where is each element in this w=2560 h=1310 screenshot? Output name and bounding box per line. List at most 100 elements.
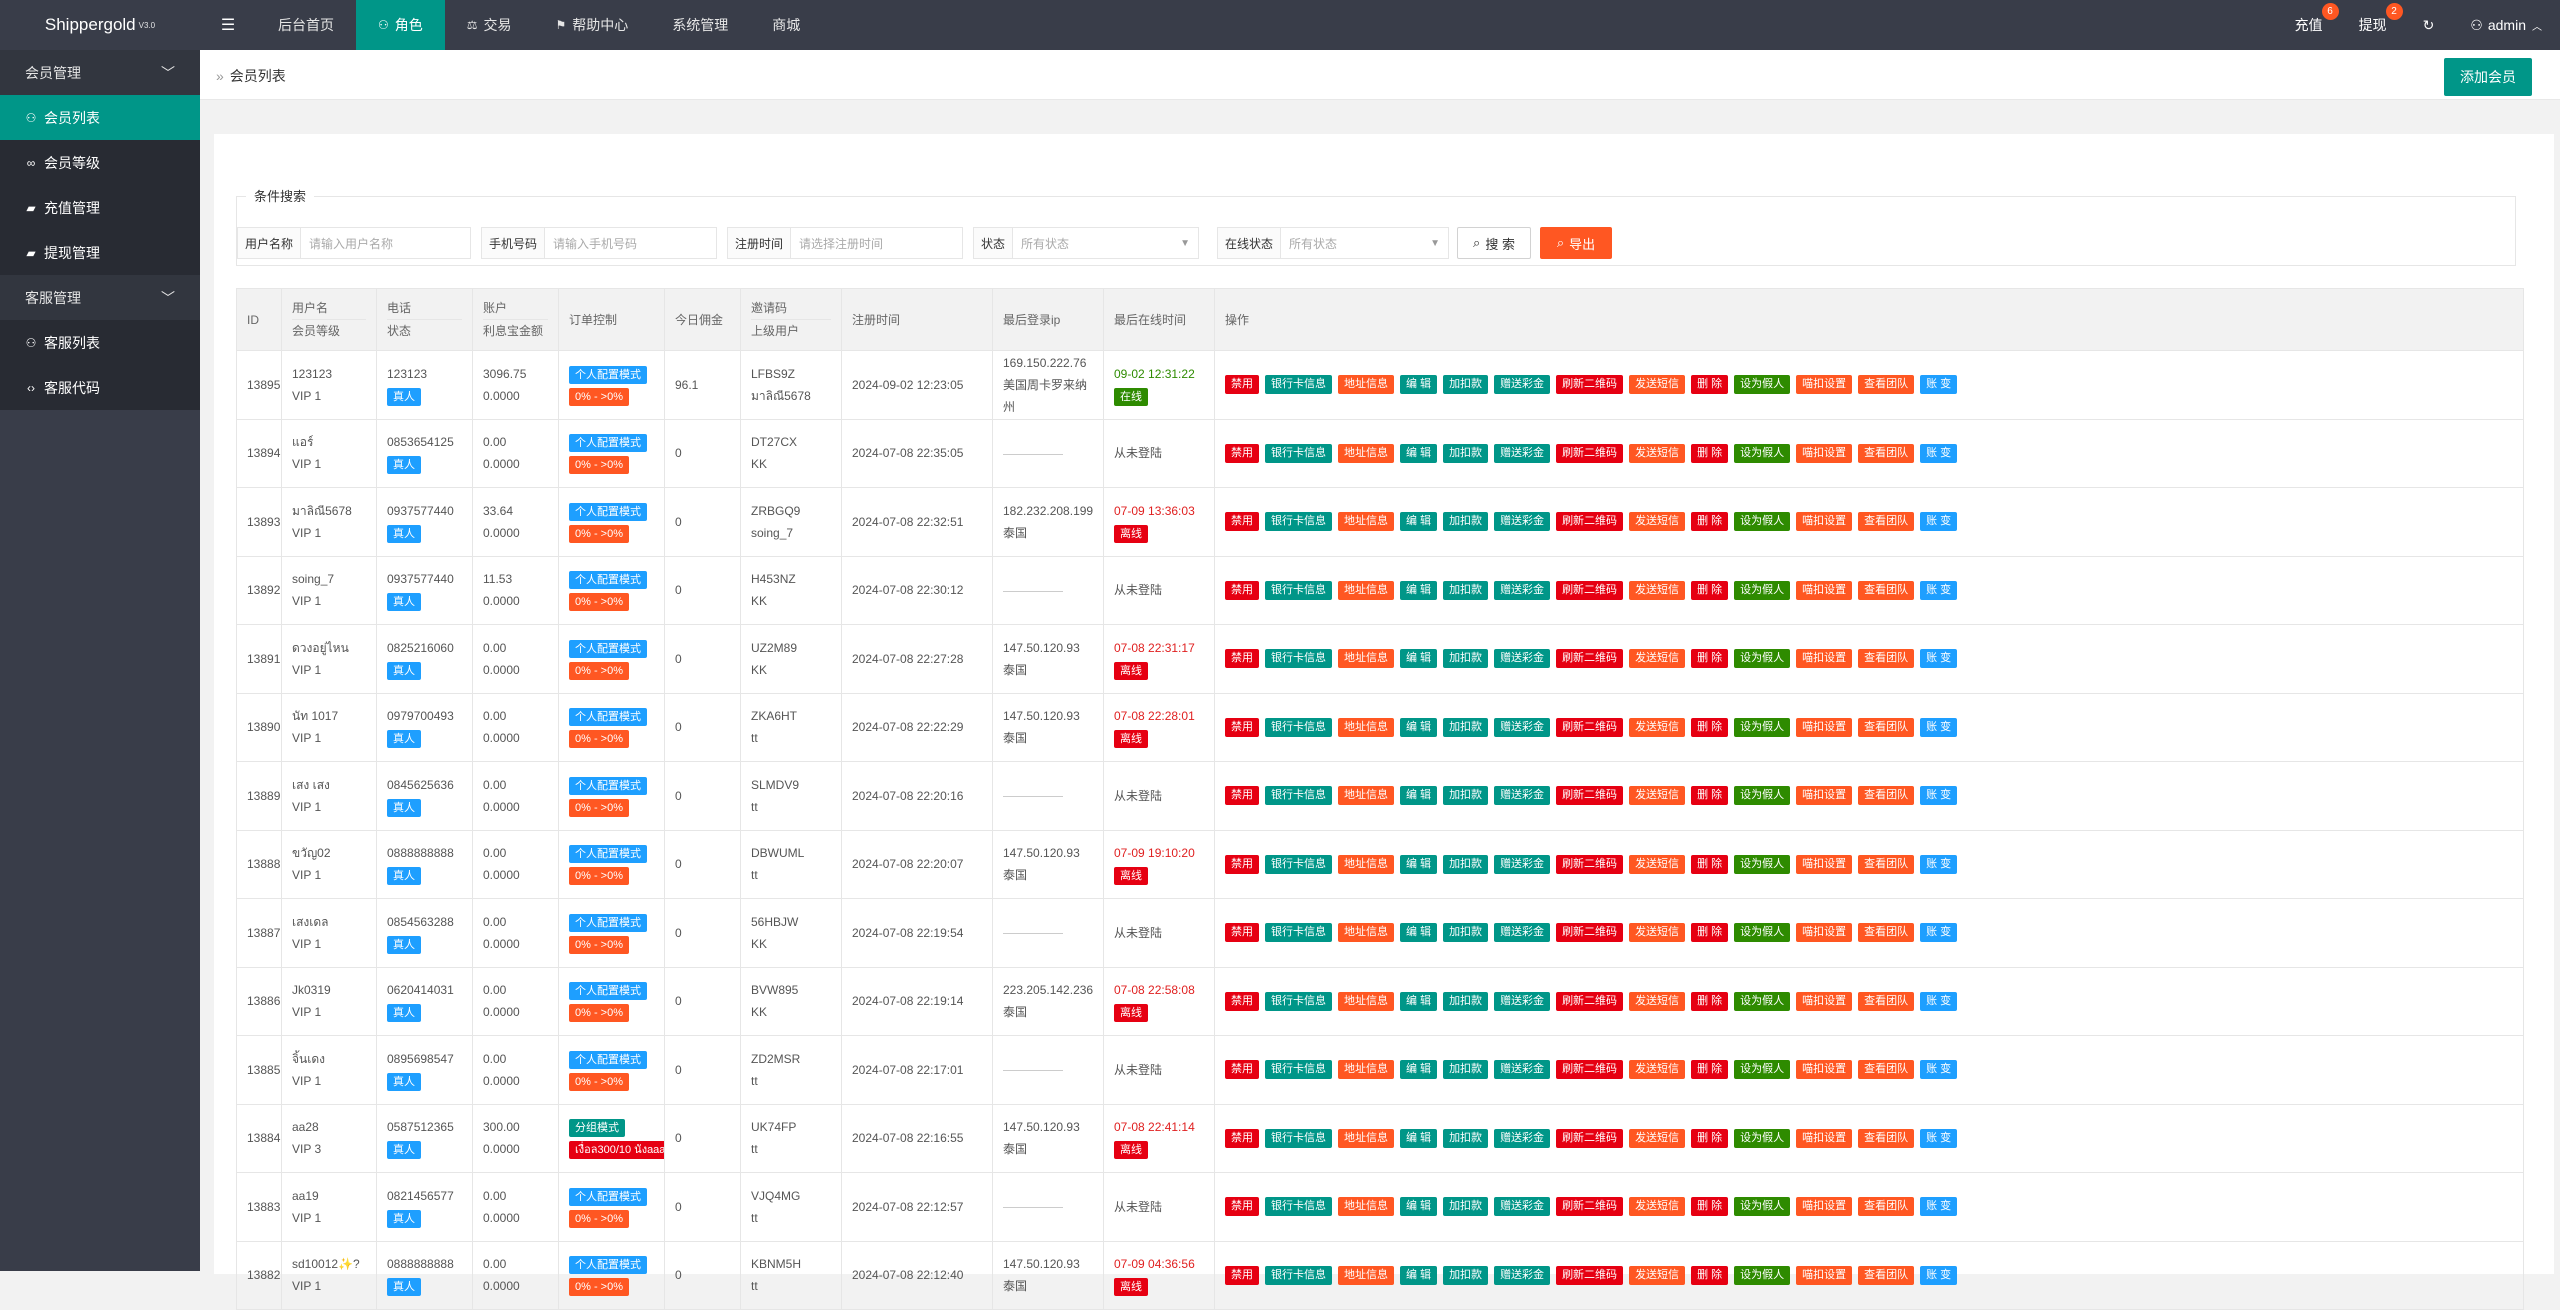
adjust-balance-button[interactable]: 加扣款	[1443, 1265, 1489, 1285]
deduct-setting-button[interactable]: 喵扣设置	[1796, 1265, 1853, 1285]
order-mode-badge[interactable]: 个人配置模式	[569, 1187, 647, 1206]
refresh-qrcode-button[interactable]: 刷新二维码	[1556, 512, 1624, 532]
refresh-qrcode-button[interactable]: 刷新二维码	[1556, 854, 1624, 874]
send-sms-button[interactable]: 发送短信	[1629, 1128, 1686, 1148]
adjust-balance-button[interactable]: 加扣款	[1443, 717, 1489, 737]
disable-button[interactable]: 禁用	[1225, 512, 1259, 532]
bank-info-button[interactable]: 银行卡信息	[1265, 854, 1332, 874]
disable-button[interactable]: 禁用	[1225, 375, 1259, 395]
address-info-button[interactable]: 地址信息	[1338, 1060, 1394, 1080]
set-fake-button[interactable]: 设为假人	[1734, 786, 1791, 806]
gift-bonus-button[interactable]: 赠送彩金	[1494, 649, 1551, 669]
set-fake-button[interactable]: 设为假人	[1734, 1197, 1791, 1217]
set-fake-button[interactable]: 设为假人	[1734, 1128, 1791, 1148]
view-team-button[interactable]: 查看团队	[1858, 991, 1915, 1011]
sidebar-item-service-list[interactable]: ⚇ 客服列表	[0, 320, 200, 365]
refresh-qrcode-button[interactable]: 刷新二维码	[1556, 580, 1624, 600]
address-info-button[interactable]: 地址信息	[1338, 512, 1394, 532]
disable-button[interactable]: 禁用	[1225, 717, 1259, 737]
order-mode-badge[interactable]: 分组模式	[569, 1119, 625, 1138]
refresh-qrcode-button[interactable]: 刷新二维码	[1556, 1128, 1624, 1148]
delete-button[interactable]: 删 除	[1691, 991, 1729, 1011]
sidebar-group-member[interactable]: 会员管理 ﹀	[0, 50, 200, 95]
account-change-button[interactable]: 账 变	[1920, 649, 1958, 669]
account-change-button[interactable]: 账 变	[1920, 1060, 1958, 1080]
account-change-button[interactable]: 账 变	[1920, 991, 1958, 1011]
delete-button[interactable]: 删 除	[1691, 717, 1729, 737]
topnav-help[interactable]: ⚑ 帮助中心	[534, 0, 651, 50]
sidebar-item-withdraw[interactable]: ▰ 提现管理	[0, 230, 200, 275]
deduct-setting-button[interactable]: 喵扣设置	[1796, 649, 1853, 669]
refresh-icon[interactable]: ↻	[2405, 0, 2453, 50]
topnav-system[interactable]: 系统管理	[650, 0, 750, 50]
address-info-button[interactable]: 地址信息	[1338, 923, 1394, 943]
topnav-home[interactable]: 后台首页	[256, 0, 356, 50]
sidebar-item-member-list[interactable]: ⚇ 会员列表	[0, 95, 200, 140]
deduct-setting-button[interactable]: 喵扣设置	[1796, 991, 1853, 1011]
gift-bonus-button[interactable]: 赠送彩金	[1494, 580, 1551, 600]
send-sms-button[interactable]: 发送短信	[1629, 443, 1686, 463]
address-info-button[interactable]: 地址信息	[1338, 854, 1394, 874]
bank-info-button[interactable]: 银行卡信息	[1265, 1128, 1332, 1148]
order-range-badge[interactable]: 0% - >0%	[569, 1278, 629, 1297]
gift-bonus-button[interactable]: 赠送彩金	[1494, 375, 1551, 395]
set-fake-button[interactable]: 设为假人	[1734, 649, 1791, 669]
regtime-input[interactable]: 请选择注册时间	[791, 228, 962, 258]
order-range-badge[interactable]: 0% - >0%	[569, 1209, 629, 1228]
bank-info-button[interactable]: 银行卡信息	[1265, 649, 1332, 669]
send-sms-button[interactable]: 发送短信	[1629, 717, 1686, 737]
set-fake-button[interactable]: 设为假人	[1734, 512, 1791, 532]
refresh-qrcode-button[interactable]: 刷新二维码	[1556, 1265, 1624, 1285]
set-fake-button[interactable]: 设为假人	[1734, 443, 1791, 463]
bank-info-button[interactable]: 银行卡信息	[1265, 1197, 1332, 1217]
send-sms-button[interactable]: 发送短信	[1629, 649, 1686, 669]
adjust-balance-button[interactable]: 加扣款	[1443, 443, 1489, 463]
disable-button[interactable]: 禁用	[1225, 923, 1259, 943]
menu-toggle-icon[interactable]: ☰	[200, 0, 256, 50]
deduct-setting-button[interactable]: 喵扣设置	[1796, 1128, 1853, 1148]
deduct-setting-button[interactable]: 喵扣设置	[1796, 854, 1853, 874]
gift-bonus-button[interactable]: 赠送彩金	[1494, 1060, 1551, 1080]
account-change-button[interactable]: 账 变	[1920, 375, 1958, 395]
disable-button[interactable]: 禁用	[1225, 1128, 1259, 1148]
gift-bonus-button[interactable]: 赠送彩金	[1494, 717, 1551, 737]
order-mode-badge[interactable]: 个人配置模式	[569, 776, 647, 795]
bank-info-button[interactable]: 银行卡信息	[1265, 375, 1332, 395]
order-range-badge[interactable]: 0% - >0%	[569, 524, 629, 543]
account-change-button[interactable]: 账 变	[1920, 1128, 1958, 1148]
set-fake-button[interactable]: 设为假人	[1734, 580, 1791, 600]
view-team-button[interactable]: 查看团队	[1858, 717, 1915, 737]
bank-info-button[interactable]: 银行卡信息	[1265, 786, 1332, 806]
send-sms-button[interactable]: 发送短信	[1629, 375, 1686, 395]
gift-bonus-button[interactable]: 赠送彩金	[1494, 991, 1551, 1011]
deduct-setting-button[interactable]: 喵扣设置	[1796, 375, 1853, 395]
order-range-badge[interactable]: เงื่อล300/10 นังaaaaaaa	[569, 1141, 664, 1160]
refresh-qrcode-button[interactable]: 刷新二维码	[1556, 375, 1624, 395]
view-team-button[interactable]: 查看团队	[1858, 512, 1915, 532]
username-field[interactable]: 用户名称 请输入用户名称	[237, 227, 471, 259]
phone-field[interactable]: 手机号码 请输入手机号码	[481, 227, 717, 259]
deduct-setting-button[interactable]: 喵扣设置	[1796, 443, 1853, 463]
refresh-qrcode-button[interactable]: 刷新二维码	[1556, 717, 1624, 737]
deduct-setting-button[interactable]: 喵扣设置	[1796, 580, 1853, 600]
account-change-button[interactable]: 账 变	[1920, 854, 1958, 874]
recharge-link[interactable]: 充值 6	[2277, 0, 2341, 50]
edit-button[interactable]: 编 辑	[1400, 923, 1438, 943]
order-range-badge[interactable]: 0% - >0%	[569, 661, 629, 680]
order-mode-badge[interactable]: 个人配置模式	[569, 708, 647, 727]
export-button[interactable]: ⌕ 导出	[1540, 227, 1612, 259]
send-sms-button[interactable]: 发送短信	[1629, 512, 1686, 532]
bank-info-button[interactable]: 银行卡信息	[1265, 1060, 1332, 1080]
deduct-setting-button[interactable]: 喵扣设置	[1796, 1197, 1853, 1217]
set-fake-button[interactable]: 设为假人	[1734, 717, 1791, 737]
disable-button[interactable]: 禁用	[1225, 649, 1259, 669]
gift-bonus-button[interactable]: 赠送彩金	[1494, 854, 1551, 874]
send-sms-button[interactable]: 发送短信	[1629, 991, 1686, 1011]
adjust-balance-button[interactable]: 加扣款	[1443, 512, 1489, 532]
order-range-badge[interactable]: 0% - >0%	[569, 456, 629, 475]
topnav-role[interactable]: ⚇ 角色	[356, 0, 445, 50]
edit-button[interactable]: 编 辑	[1400, 580, 1438, 600]
view-team-button[interactable]: 查看团队	[1858, 786, 1915, 806]
order-mode-badge[interactable]: 个人配置模式	[569, 502, 647, 521]
delete-button[interactable]: 删 除	[1691, 443, 1729, 463]
